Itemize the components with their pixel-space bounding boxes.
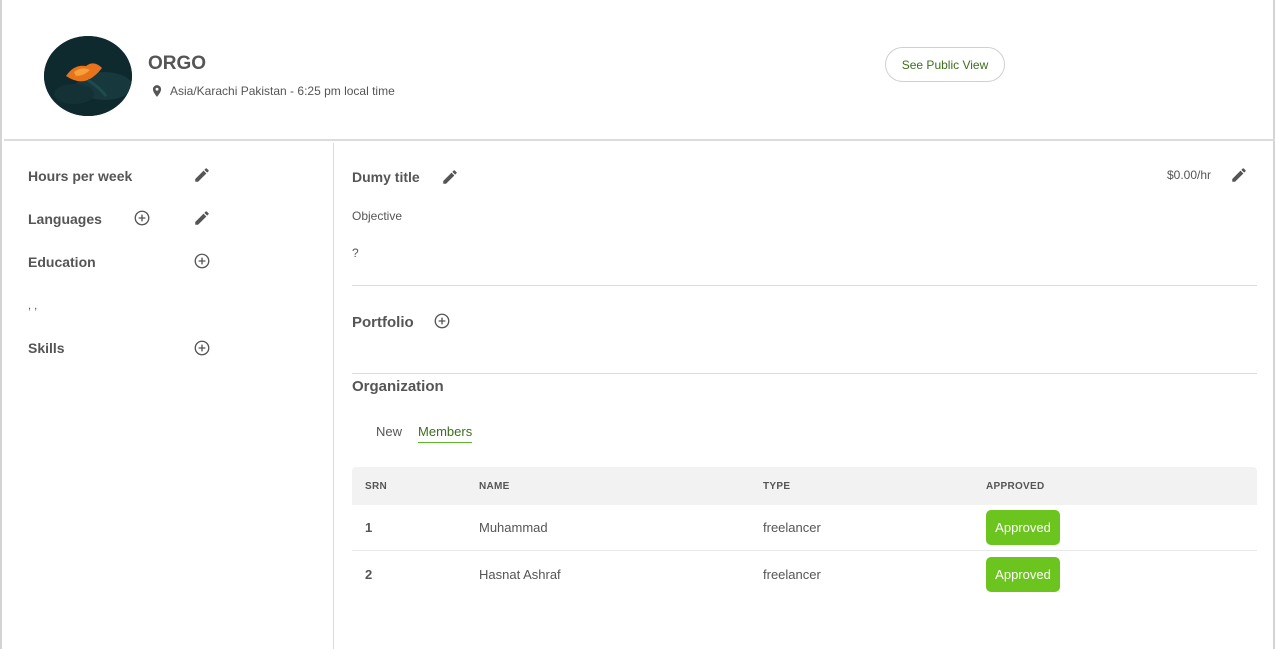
column-header-type: TYPE bbox=[763, 480, 791, 492]
column-header-srn: SRN bbox=[365, 480, 388, 492]
edit-languages-pencil-icon[interactable] bbox=[192, 208, 212, 228]
profile-header: ORGO Asia/Karachi Pakistan - 6:25 pm loc… bbox=[4, 0, 1275, 141]
location-line: Asia/Karachi Pakistan - 6:25 pm local ti… bbox=[150, 84, 395, 98]
row-name: Hasnat Ashraf bbox=[479, 566, 561, 582]
tab-new[interactable]: New bbox=[376, 424, 402, 443]
skills-label: Skills bbox=[28, 340, 65, 356]
profile-main: Dumy title $0.00/hr Objective ? Portfoli… bbox=[335, 143, 1275, 649]
education-label: Education bbox=[28, 254, 96, 270]
section-divider bbox=[352, 373, 1257, 374]
row-type: freelancer bbox=[763, 566, 821, 582]
add-portfolio-plus-circle-icon[interactable] bbox=[432, 311, 452, 331]
row-approved-cell: Approved bbox=[986, 510, 1257, 545]
profile-sidebar: Hours per week Languages Education , , S… bbox=[4, 143, 334, 649]
languages-label: Languages bbox=[28, 211, 102, 227]
section-divider bbox=[352, 285, 1257, 286]
objective-label: Objective bbox=[352, 209, 403, 223]
see-public-view-button[interactable]: See Public View bbox=[885, 47, 1005, 82]
row-type: freelancer bbox=[763, 520, 821, 535]
hours-per-week-label: Hours per week bbox=[28, 168, 133, 184]
organization-tabs: New Members bbox=[376, 424, 473, 443]
table-header: SRN NAME TYPE APPROVED bbox=[352, 467, 1257, 505]
location-text: Asia/Karachi Pakistan - 6:25 pm local ti… bbox=[170, 84, 395, 98]
objective-text: ? bbox=[352, 246, 359, 260]
row-name: Muhammad bbox=[479, 520, 548, 535]
column-header-name: NAME bbox=[479, 480, 510, 492]
map-pin-icon bbox=[150, 84, 164, 98]
add-skill-plus-circle-icon[interactable] bbox=[192, 338, 212, 358]
column-header-approved: APPROVED bbox=[986, 480, 1045, 492]
add-education-plus-circle-icon[interactable] bbox=[192, 251, 212, 271]
approved-button[interactable]: Approved bbox=[986, 556, 1060, 592]
edit-hours-pencil-icon[interactable] bbox=[192, 165, 212, 185]
row-srn: 2 bbox=[365, 566, 373, 582]
table-row: 1 Muhammad freelancer Approved bbox=[352, 505, 1257, 551]
edit-rate-pencil-icon[interactable] bbox=[1229, 165, 1249, 185]
profile-title: Dumy title bbox=[352, 169, 420, 185]
members-table: SRN NAME TYPE APPROVED 1 Muhammad freela… bbox=[352, 467, 1257, 597]
table-row: 2 Hasnat Ashraf freelancer Approved bbox=[352, 551, 1257, 597]
organization-title: Organization bbox=[352, 378, 444, 395]
org-name: ORGO bbox=[148, 53, 207, 74]
education-entry: , , bbox=[28, 300, 38, 312]
avatar bbox=[44, 36, 132, 116]
edit-title-pencil-icon[interactable] bbox=[440, 167, 460, 187]
row-srn: 1 bbox=[365, 520, 373, 535]
tab-members[interactable]: Members bbox=[418, 424, 473, 443]
row-approved-cell: Approved bbox=[986, 556, 1257, 592]
app-frame: ORGO Asia/Karachi Pakistan - 6:25 pm loc… bbox=[0, 0, 1275, 649]
hourly-rate: $0.00/hr bbox=[1167, 168, 1212, 182]
add-language-plus-circle-icon[interactable] bbox=[132, 208, 152, 228]
approved-button[interactable]: Approved bbox=[986, 510, 1060, 545]
portfolio-title: Portfolio bbox=[352, 314, 414, 331]
